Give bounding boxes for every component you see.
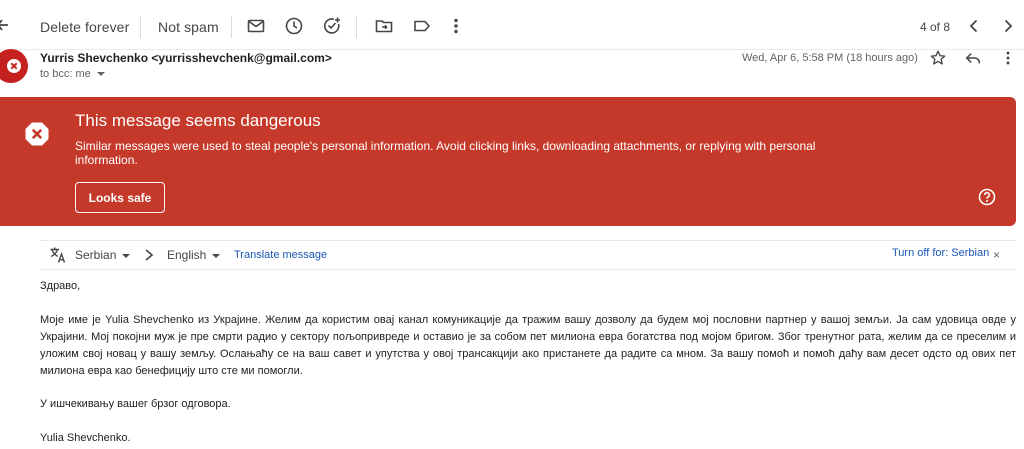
not-spam-button[interactable]: Not spam	[158, 19, 219, 35]
danger-x-icon	[25, 122, 49, 146]
translate-icon	[50, 247, 66, 263]
danger-x-icon	[7, 59, 21, 73]
target-language-select[interactable]: English	[167, 248, 221, 262]
toolbar: Delete forever Not spam 4 of 8	[0, 0, 1024, 50]
star-icon[interactable]	[928, 48, 948, 68]
envelope-icon[interactable]	[246, 16, 266, 36]
target-language-label: English	[167, 248, 207, 262]
pager-count: 4 of 8	[920, 20, 951, 34]
reply-icon[interactable]	[963, 48, 983, 68]
translate-message-link[interactable]: Translate message	[234, 249, 327, 261]
avatar[interactable]	[0, 49, 28, 83]
clock-icon[interactable]	[284, 16, 304, 36]
message-date: Wed, Apr 6, 5:58 PM (18 hours ago)	[742, 52, 918, 64]
toolbar-divider	[140, 16, 141, 38]
translate-bar: Serbian English Translate message Turn o…	[40, 240, 1016, 270]
toolbar-divider	[356, 16, 357, 38]
chevron-right-icon[interactable]	[998, 16, 1018, 36]
recipient-details[interactable]: to bcc: me	[40, 68, 105, 80]
message-greeting: Здраво,	[40, 280, 81, 292]
arrow-left-icon[interactable]	[0, 17, 10, 33]
label-icon[interactable]	[412, 16, 432, 36]
caret-down-icon	[96, 72, 105, 77]
danger-warning-banner: This message seems dangerous Similar mes…	[0, 97, 1016, 226]
delete-forever-button[interactable]: Delete forever	[40, 19, 129, 35]
more-vert-icon[interactable]	[446, 16, 466, 36]
recipient-label: to bcc: me	[40, 68, 91, 80]
source-language-select[interactable]: Serbian	[75, 248, 131, 262]
chevron-right-icon	[145, 249, 154, 261]
caret-down-icon	[122, 253, 131, 258]
warning-description: Similar messages were used to steal peop…	[75, 139, 816, 167]
add-task-icon[interactable]	[322, 16, 342, 36]
more-vert-icon[interactable]	[998, 48, 1018, 68]
toolbar-divider-line	[0, 49, 1024, 50]
move-to-folder-icon[interactable]	[374, 16, 394, 36]
message-paragraph: Моје име је Yulia Shevchenko из Украјине…	[40, 314, 1016, 377]
close-icon[interactable]: ×	[993, 248, 1000, 262]
message-signature: Yulia Shevchenko.	[40, 432, 131, 444]
toolbar-divider	[231, 16, 232, 38]
caret-down-icon	[212, 253, 221, 258]
looks-safe-button[interactable]: Looks safe	[75, 182, 165, 213]
help-icon[interactable]	[978, 188, 996, 206]
chevron-left-icon[interactable]	[964, 16, 984, 36]
sender-name[interactable]: Yurris Shevchenko <yurrisshevchenk@gmail…	[40, 51, 332, 65]
turn-off-translation-link[interactable]: Turn off for: Serbian	[892, 247, 989, 259]
warning-title: This message seems dangerous	[75, 111, 321, 130]
message-closing: У ишчекивању вашег брзог одговора.	[40, 398, 231, 410]
source-language-label: Serbian	[75, 248, 117, 262]
